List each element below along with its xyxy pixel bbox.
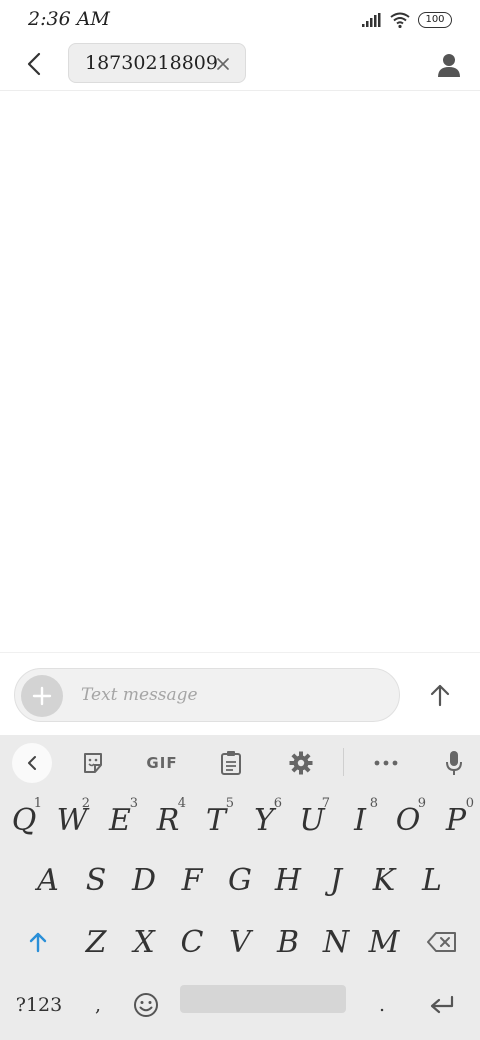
more-options-button[interactable] [366,743,406,783]
emoji-icon [134,993,158,1017]
key-i[interactable]: I8 [336,790,384,850]
symbols-key[interactable]: ?123 [10,975,68,1035]
contact-button[interactable] [432,48,466,82]
backspace-icon [427,932,456,952]
shift-key[interactable] [14,912,62,972]
compose-bar [0,652,480,736]
key-o[interactable]: O9 [384,790,432,850]
key-row-3: Z X C V B N M [0,912,480,972]
keyboard: GIF Q 1 W 2 E 3 R 4 T 5 Y 6 U 7 I 8 O 9 … [0,735,480,1040]
key-w[interactable]: W2 [48,790,96,850]
period-key[interactable]: . [358,975,406,1035]
key-m[interactable]: M [360,912,408,972]
message-input[interactable] [81,675,381,715]
conversation-area [0,91,480,652]
key-l[interactable]: L [408,850,456,910]
status-icons: 100 [362,12,452,28]
gif-label: GIF [146,754,178,772]
sticker-icon [84,753,102,773]
key-c[interactable]: C [168,912,216,972]
key-r[interactable]: R4 [144,790,192,850]
key-d[interactable]: D [120,850,168,910]
clipboard-icon [221,751,241,775]
key-a[interactable]: A [24,850,72,910]
keyboard-toolbar: GIF [0,735,480,790]
key-v[interactable]: V [216,912,264,972]
key-t[interactable]: T5 [192,790,240,850]
collapse-toolbar-button[interactable] [12,743,52,783]
battery-icon: 100 [418,12,452,28]
chevron-left-icon [28,756,36,770]
key-g[interactable]: G [216,850,264,910]
key-row-4: ?123 , . [0,975,480,1035]
send-button[interactable] [420,675,460,715]
back-button[interactable] [18,48,50,80]
key-y[interactable]: Y6 [240,790,288,850]
toolbar-divider [343,748,344,776]
conversation-header: 18730218809 [0,40,480,91]
compose-box [14,668,400,722]
key-u[interactable]: U7 [288,790,336,850]
status-bar: 2:36 AM 100 [0,0,480,40]
signal-icon [362,13,381,27]
microphone-icon [446,751,462,775]
voice-input-button[interactable] [434,743,474,783]
sticker-button[interactable] [73,743,113,783]
key-h[interactable]: H [264,850,312,910]
key-s[interactable]: S [72,850,120,910]
attach-button[interactable] [21,675,63,717]
shift-arrow-icon [29,932,47,953]
close-icon [217,58,229,70]
recipient-chip[interactable]: 18730218809 [68,43,246,83]
emoji-key[interactable] [122,975,170,1035]
key-z[interactable]: Z [72,912,120,972]
status-time: 2:36 AM [28,8,110,30]
key-k[interactable]: K [360,850,408,910]
key-n[interactable]: N [312,912,360,972]
settings-button[interactable] [281,743,321,783]
space-key[interactable] [180,985,346,1013]
wifi-icon [390,12,410,28]
chevron-left-icon [27,52,41,76]
enter-icon [430,995,454,1014]
key-row-2: A S D F G H J K L [0,850,480,910]
plus-icon [32,686,52,706]
key-j[interactable]: J [312,850,360,910]
key-row-1: Q1 W2 E3 R4 T5 Y6 U7 I8 O9 P0 [0,790,480,850]
gear-icon [289,751,313,775]
key-x[interactable]: X [120,912,168,972]
key-q[interactable]: Q1 [0,790,48,850]
more-horizontal-icon [374,760,398,766]
remove-recipient-button[interactable] [215,56,231,72]
key-f[interactable]: F [168,850,216,910]
key-e[interactable]: E3 [96,790,144,850]
gif-button[interactable]: GIF [142,743,182,783]
person-icon [438,54,460,77]
arrow-up-icon [430,684,450,707]
clipboard-button[interactable] [211,743,251,783]
comma-key[interactable]: , [74,975,122,1035]
key-b[interactable]: B [264,912,312,972]
key-p[interactable]: P0 [432,790,480,850]
enter-key[interactable] [418,975,466,1035]
recipient-number: 18730218809 [85,52,218,74]
backspace-key[interactable] [418,912,466,972]
